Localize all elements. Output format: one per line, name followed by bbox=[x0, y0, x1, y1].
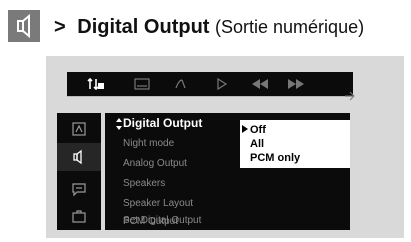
title-prefix: > bbox=[54, 16, 66, 38]
dropdown-option-all[interactable]: All bbox=[250, 138, 264, 150]
briefcase-icon[interactable] bbox=[71, 208, 87, 224]
dropdown-option-off[interactable]: Off bbox=[250, 124, 266, 136]
rewind-icon[interactable] bbox=[249, 76, 271, 92]
digital-output-dropdown[interactable]: Off All PCM only bbox=[240, 120, 350, 168]
title-main: Digital Output bbox=[77, 16, 210, 38]
selection-marker-icon bbox=[242, 125, 248, 133]
title-subtitle: (Sortie numérique) bbox=[215, 17, 365, 37]
disc-icon[interactable] bbox=[71, 121, 87, 137]
speaker-icon[interactable] bbox=[71, 149, 87, 165]
angle-icon[interactable] bbox=[173, 76, 191, 92]
up-down-arrows-icon bbox=[116, 118, 122, 130]
toolbar-divider bbox=[67, 96, 353, 97]
settings-icon[interactable] bbox=[87, 76, 105, 92]
fast-forward-icon[interactable] bbox=[285, 76, 307, 92]
side-menu bbox=[57, 113, 101, 230]
page-title: > Digital Output (Sortie numérique) bbox=[54, 16, 364, 39]
menu-item-digital-output[interactable]: Digital Output bbox=[123, 116, 202, 130]
play-icon[interactable] bbox=[213, 76, 231, 92]
dropdown-option-pcm-only[interactable]: PCM only bbox=[250, 152, 300, 164]
menu-item-speakers[interactable]: Speakers bbox=[123, 178, 165, 189]
menu-item-night-mode[interactable]: Night mode bbox=[123, 138, 174, 149]
subtitle-icon[interactable] bbox=[133, 76, 151, 92]
menu-item-analog-output[interactable]: Analog Output bbox=[123, 158, 187, 169]
arrow-right-icon bbox=[345, 91, 355, 101]
speaker-icon bbox=[8, 10, 40, 42]
toolbar bbox=[67, 72, 353, 96]
menu-item-speaker-layout[interactable]: Speaker Layout bbox=[123, 198, 193, 209]
subtitle-bubble-icon[interactable] bbox=[71, 181, 87, 197]
page-header: > Digital Output (Sortie numérique) bbox=[8, 8, 408, 44]
menu-item-set-digital-output-visible[interactable]: Set Digital Output bbox=[123, 215, 201, 226]
